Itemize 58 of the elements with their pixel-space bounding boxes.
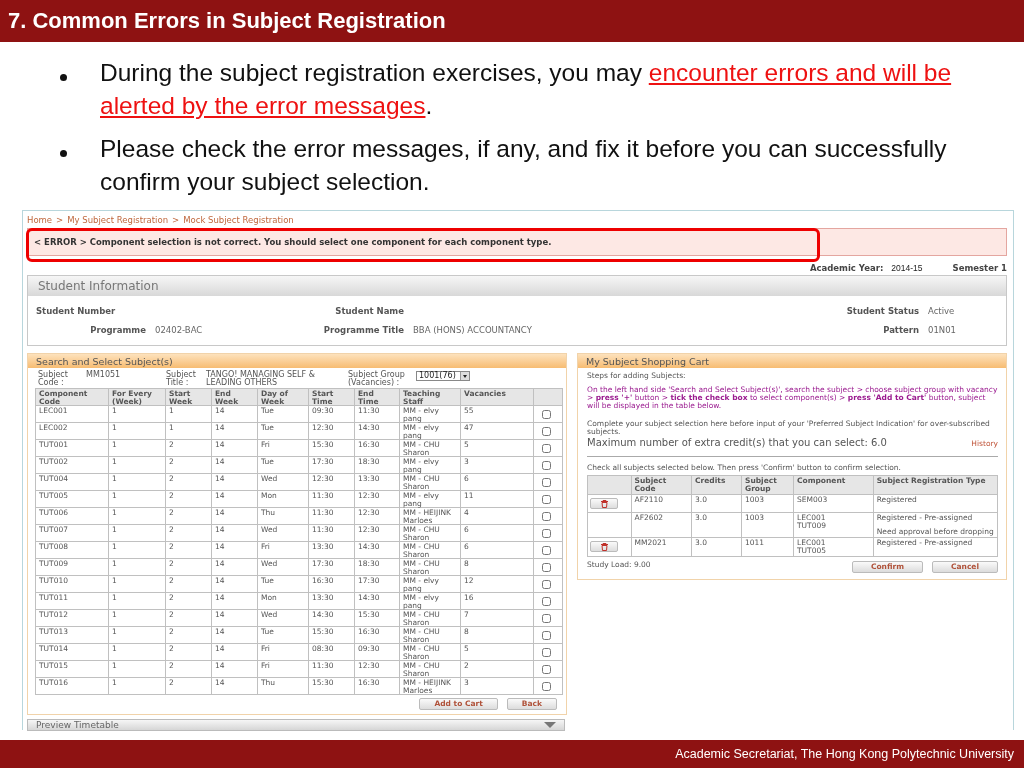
preview-title: Preview Timetable xyxy=(36,720,119,730)
field-label: Student Status xyxy=(845,306,919,316)
field-label: Student Number xyxy=(36,306,117,316)
max-credit-text: Maximum number of extra credit(s) that you can select: 6.0 xyxy=(587,439,887,447)
group-dropdown[interactable]: 1001(76) xyxy=(416,371,470,381)
select-checkbox[interactable] xyxy=(542,580,551,589)
select-checkbox[interactable] xyxy=(542,461,551,470)
panel-title: Search and Select Subject(s) xyxy=(28,354,566,368)
select-checkbox[interactable] xyxy=(542,614,551,623)
breadcrumb-link[interactable]: Mock Subject Registration xyxy=(183,215,294,225)
slide-footer: Academic Secretariat, The Hong Kong Polytechnic University xyxy=(0,740,1024,768)
panel-title: My Subject Shopping Cart xyxy=(578,354,1006,368)
trash-icon xyxy=(599,499,609,508)
delete-button[interactable] xyxy=(590,541,618,552)
field-value: Active xyxy=(928,306,956,316)
select-checkbox[interactable] xyxy=(542,427,551,436)
select-checkbox[interactable] xyxy=(542,682,551,691)
panel-title: Student Information xyxy=(28,276,1006,296)
field-value: 02402-BAC xyxy=(155,325,204,335)
select-checkbox[interactable] xyxy=(542,529,551,538)
academic-year-label: Academic Year: xyxy=(809,263,884,273)
field-label: Student Name xyxy=(334,306,404,316)
semester-label: Semester 1 xyxy=(952,263,1007,273)
caret-icon xyxy=(460,372,469,380)
field-label: Subject Group (Vacancies) : xyxy=(348,371,406,387)
field-label: Programme Title xyxy=(322,325,404,335)
select-checkbox[interactable] xyxy=(542,546,551,555)
select-checkbox[interactable] xyxy=(542,648,551,657)
select-checkbox[interactable] xyxy=(542,410,551,419)
select-checkbox[interactable] xyxy=(542,495,551,504)
select-checkbox[interactable] xyxy=(542,512,551,521)
select-checkbox[interactable] xyxy=(542,444,551,453)
breadcrumb-separator: > xyxy=(172,215,180,225)
bullet-icon xyxy=(60,74,67,81)
trash-icon xyxy=(599,542,609,551)
field-label: Subject Code : xyxy=(38,371,69,387)
breadcrumb-link[interactable]: My Subject Registration xyxy=(67,215,169,225)
field-value: MM1051 xyxy=(86,371,122,379)
delete-button[interactable] xyxy=(590,498,618,509)
field-label: Programme xyxy=(89,325,146,335)
select-checkbox[interactable] xyxy=(542,665,551,674)
preview-bar[interactable]: Preview Timetable xyxy=(27,719,565,731)
select-checkbox[interactable] xyxy=(542,478,551,487)
academic-year-value: 2014-15 xyxy=(891,263,923,273)
select-checkbox[interactable] xyxy=(542,597,551,606)
bullet-text: Please check the error messages, if any, and fix it before you can successfully confirm your subject selection. xyxy=(100,134,948,197)
select-checkbox[interactable] xyxy=(542,563,551,572)
field-label: Subject Title : xyxy=(166,371,197,387)
breadcrumb-separator: > xyxy=(56,215,64,225)
field-label: Pattern xyxy=(882,325,919,335)
slide-title: 7. Common Errors in Subject Registration xyxy=(0,0,1024,42)
breadcrumb-link[interactable]: Home xyxy=(27,215,53,225)
select-checkbox[interactable] xyxy=(542,631,551,640)
field-value: BBA (HONS) ACCOUNTANCY xyxy=(413,325,533,335)
field-value: 01N01 xyxy=(928,325,957,335)
bullet-text: During the subject registration exercises, you may encounter errors and will be alerted by the error messages. xyxy=(100,58,953,121)
field-value: TANGO! MANAGING SELF & LEADING OTHERS xyxy=(206,371,316,387)
bullet-icon xyxy=(60,150,67,157)
